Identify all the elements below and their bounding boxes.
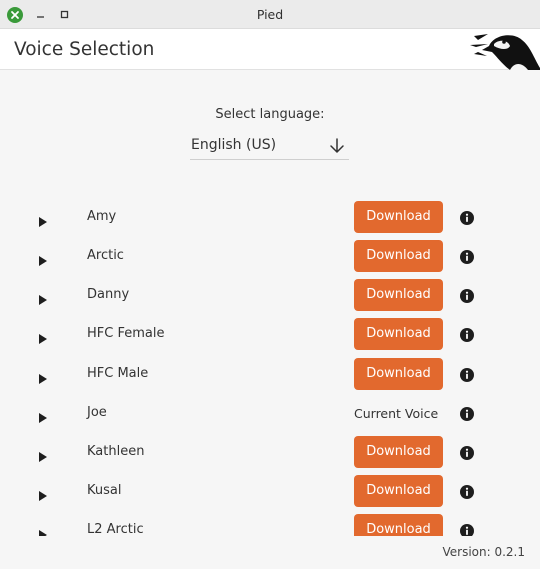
play-icon[interactable] bbox=[38, 486, 48, 505]
info-icon[interactable] bbox=[460, 367, 474, 386]
voice-row: L2 Arctic Download bbox=[0, 514, 540, 536]
info-icon[interactable] bbox=[460, 484, 474, 503]
current-voice-status: Current Voice bbox=[354, 406, 439, 421]
window-titlebar: Pied bbox=[0, 0, 540, 29]
play-icon[interactable] bbox=[38, 251, 48, 270]
info-icon[interactable] bbox=[460, 445, 474, 464]
voice-row: HFC Male Download bbox=[0, 358, 540, 390]
language-select[interactable]: English (US) bbox=[190, 132, 349, 160]
arrow-down-icon bbox=[328, 137, 346, 159]
play-icon[interactable] bbox=[38, 329, 48, 348]
voice-list[interactable]: Amy Download Arctic Download Danny Downl… bbox=[0, 196, 540, 536]
app-header: Voice Selection bbox=[0, 29, 540, 70]
voice-name: HFC Male bbox=[87, 366, 149, 381]
voice-row: Kusal Download bbox=[0, 475, 540, 507]
play-icon[interactable] bbox=[38, 408, 48, 427]
voice-name: Kusal bbox=[87, 483, 122, 498]
download-button[interactable]: Download bbox=[354, 358, 443, 390]
play-icon[interactable] bbox=[38, 447, 48, 466]
magpie-logo-icon bbox=[452, 32, 540, 74]
info-icon[interactable] bbox=[460, 327, 474, 346]
language-selected-value: English (US) bbox=[191, 137, 277, 153]
play-icon[interactable] bbox=[38, 369, 48, 388]
info-icon[interactable] bbox=[460, 288, 474, 307]
voice-row: Arctic Download bbox=[0, 240, 540, 272]
voice-row: HFC Female Download bbox=[0, 318, 540, 350]
voice-name: Danny bbox=[87, 287, 130, 302]
download-button[interactable]: Download bbox=[354, 318, 443, 350]
voice-name: Arctic bbox=[87, 248, 124, 263]
voice-row: Danny Download bbox=[0, 279, 540, 311]
info-icon[interactable] bbox=[460, 210, 474, 229]
download-button[interactable]: Download bbox=[354, 475, 443, 507]
voice-name: Amy bbox=[87, 209, 117, 224]
play-icon[interactable] bbox=[38, 212, 48, 231]
voice-row: Amy Download bbox=[0, 201, 540, 233]
download-button[interactable]: Download bbox=[354, 240, 443, 272]
info-icon[interactable] bbox=[460, 406, 474, 425]
info-icon[interactable] bbox=[460, 523, 474, 536]
page-title: Voice Selection bbox=[14, 39, 155, 60]
play-icon[interactable] bbox=[38, 290, 48, 309]
info-icon[interactable] bbox=[460, 249, 474, 268]
voice-name: Joe bbox=[87, 405, 107, 420]
voice-name: L2 Arctic bbox=[87, 522, 144, 536]
version-label: Version: 0.2.1 bbox=[442, 545, 525, 559]
voice-row: Joe Current Voice bbox=[0, 397, 540, 429]
download-button[interactable]: Download bbox=[354, 514, 443, 536]
download-button[interactable]: Download bbox=[354, 436, 443, 468]
voice-name: Kathleen bbox=[87, 444, 145, 459]
window-title: Pied bbox=[256, 7, 284, 22]
voice-name: HFC Female bbox=[87, 326, 165, 341]
play-icon[interactable] bbox=[38, 525, 48, 536]
download-button[interactable]: Download bbox=[354, 279, 443, 311]
download-button[interactable]: Download bbox=[354, 201, 443, 233]
language-label: Select language: bbox=[215, 107, 325, 122]
voice-row: Kathleen Download bbox=[0, 436, 540, 468]
